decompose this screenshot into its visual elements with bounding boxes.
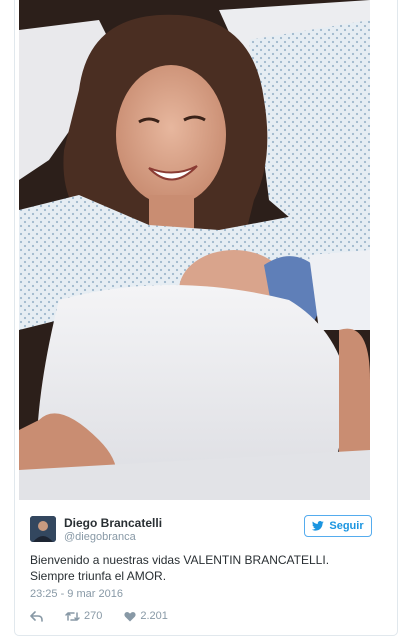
avatar[interactable]: [30, 516, 56, 542]
like-button[interactable]: 2.201: [124, 610, 168, 622]
retweet-button[interactable]: 270: [65, 610, 102, 622]
follow-button-label: Seguir: [329, 520, 364, 532]
tweet-actions: 270 2.201: [30, 608, 190, 624]
follow-button[interactable]: Seguir: [304, 515, 372, 537]
reply-button[interactable]: [30, 610, 43, 622]
bird-icon: [312, 521, 325, 531]
author-handle[interactable]: @diegobranca: [64, 531, 136, 543]
author-name[interactable]: Diego Brancatelli: [64, 516, 162, 530]
retweet-icon: [65, 611, 80, 621]
retweet-count: 270: [84, 610, 103, 622]
tweet-timestamp[interactable]: 23:25 - 9 mar 2016: [30, 588, 123, 600]
tweet-text-line: Bienvenido a nuestras vidas VALENTIN BRA…: [30, 553, 330, 567]
reply-icon: [30, 610, 43, 622]
tweet-photo[interactable]: [19, 0, 370, 500]
tweet-header: Diego Brancatelli @diegobranca Seguir: [30, 515, 380, 545]
heart-icon: [124, 611, 136, 621]
like-count: 2.201: [140, 610, 168, 622]
tweet-text: Bienvenido a nuestras vidas VALENTIN BRA…: [30, 552, 380, 584]
tweet-text-line: Siempre triunfa el AMOR.: [30, 569, 167, 583]
